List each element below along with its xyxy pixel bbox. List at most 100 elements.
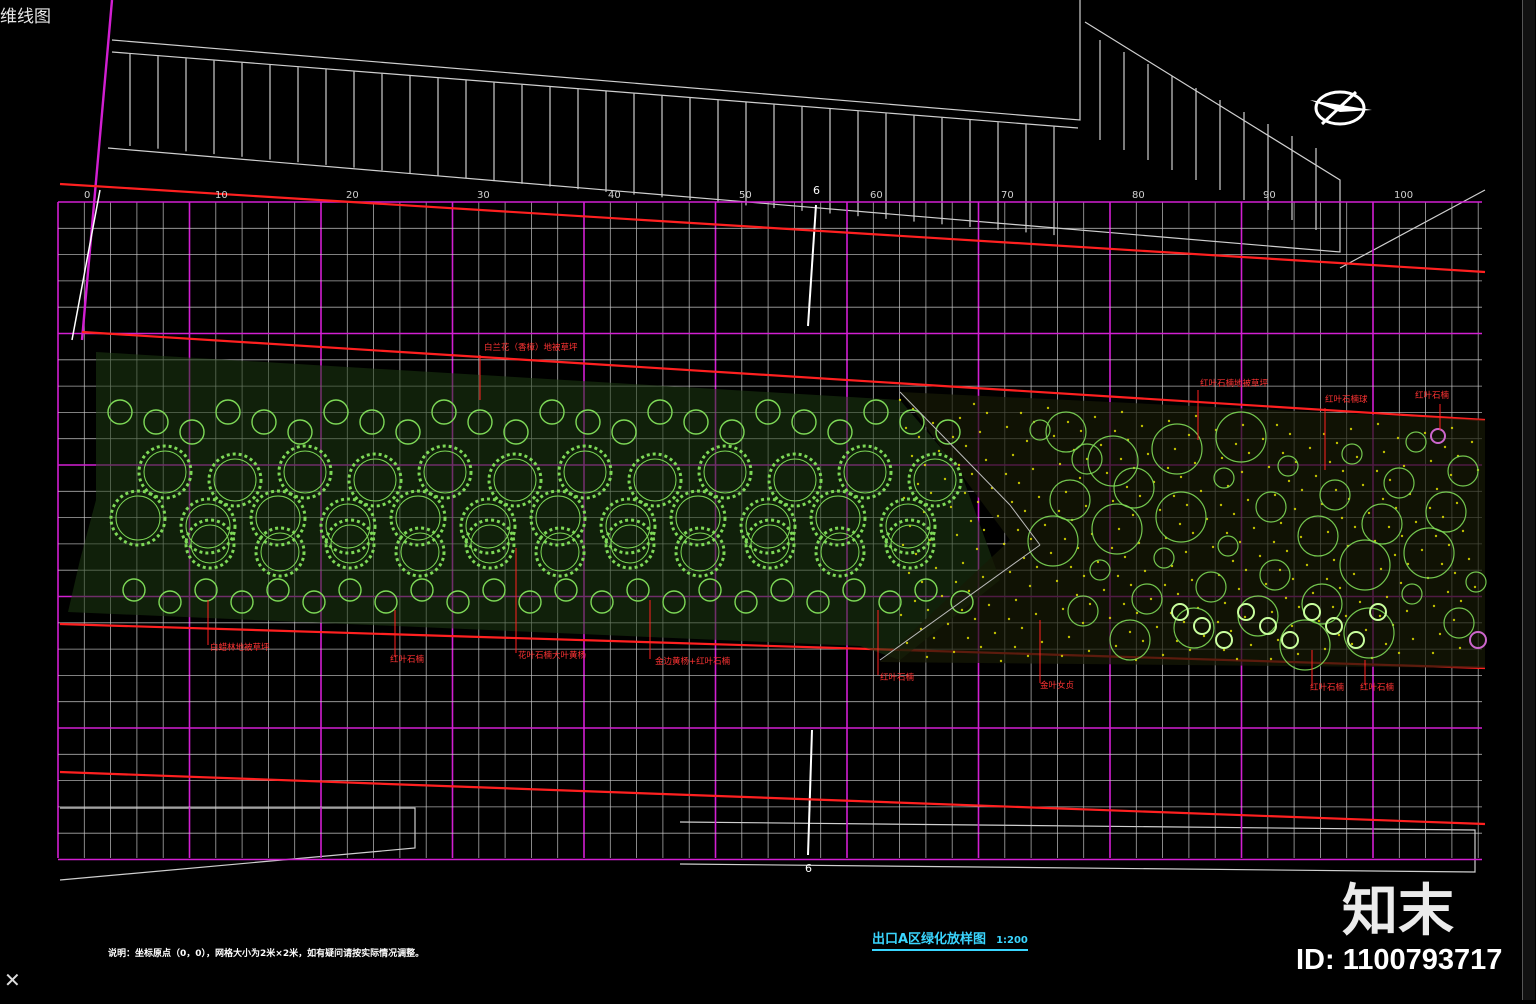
ground-cover-dot [1458,646,1462,650]
ground-cover-dot [1028,584,1032,588]
ground-cover-dot [1161,653,1165,657]
ground-cover-dot [1446,590,1450,594]
ground-cover-dot [1261,437,1265,441]
ground-cover-dot [1010,500,1014,504]
ground-cover-dot [904,426,908,430]
ground-cover-dot [999,659,1003,663]
ground-cover-dot [1184,550,1188,554]
ground-cover-dot [1385,595,1389,599]
ground-cover-dot [1128,630,1132,634]
building-outline [59,807,416,881]
ground-cover-dot [1258,554,1262,558]
ground-cover-dot [976,500,980,504]
ground-cover-dot [963,491,967,495]
callout-label: 红叶石楠地被草坪 [1200,378,1269,389]
ground-cover-dot [1216,620,1220,624]
ground-cover-dot [1284,596,1288,600]
ground-cover-dot [975,547,979,551]
ground-cover-dot [1087,649,1091,653]
ground-cover-dot [1031,467,1035,471]
ground-cover-dot [923,463,927,467]
ground-cover-dot [925,655,929,659]
ground-cover-dot [1355,455,1359,459]
ground-cover-dot [1049,551,1053,555]
ground-cover-dot [1229,629,1233,633]
section-marker-top: 6 [813,184,820,197]
ground-cover-dot [1305,563,1309,567]
axis-label: 40 [608,190,621,201]
ground-cover-dot [1290,624,1294,628]
ground-cover-dot [1191,531,1195,535]
ground-cover-dot [1452,618,1456,622]
ground-cover-dot [1026,654,1030,658]
ground-cover-dot [1375,469,1379,473]
ground-cover-dot [1063,537,1067,541]
ground-cover-dot [970,472,974,476]
ground-cover-dot [1037,495,1041,499]
axis-label: 90 [1263,190,1276,201]
ground-cover-dot [1129,583,1133,587]
ground-cover-dot [1163,583,1167,587]
ground-cover-dot [1334,488,1338,492]
ground-cover-dot [1202,634,1206,638]
ground-cover-dot [1325,577,1329,581]
ground-cover-dot [1288,432,1292,436]
ground-cover-dot [958,416,962,420]
ground-cover-dot [1396,436,1400,440]
close-icon[interactable]: ✕ [4,968,21,992]
ground-cover-dot [1423,431,1427,435]
ground-cover-dot [1222,648,1226,652]
ground-cover-dot [1182,620,1186,624]
ground-cover-dot [1467,557,1471,561]
ground-cover-dot [1079,429,1083,433]
ground-cover-dot [1220,456,1224,460]
ground-cover-dot [1199,489,1203,493]
ground-cover-dot [1243,615,1247,619]
ground-cover-dot [1341,469,1345,473]
ground-cover-dot [1459,599,1463,603]
ground-cover-dot [937,449,941,453]
ground-cover-dot [898,398,902,402]
boundary-line [80,0,114,341]
ground-cover-dot [1332,558,1336,562]
ground-cover-dot [1364,628,1368,632]
ground-cover-dot [996,514,1000,518]
ground-cover-dot [1387,525,1391,529]
ground-cover-dot [1252,526,1256,530]
ground-cover-dot [961,561,965,565]
ground-cover-dot [1075,593,1079,597]
ground-cover-dot [1017,481,1021,485]
ground-cover-dot [1440,562,1444,566]
ground-cover-dot [1019,411,1023,415]
axis-label: 0 [84,190,90,201]
ground-cover-dot [1179,475,1183,479]
drawing-title-text: 出口A区绿化放样图 [872,932,987,947]
ground-cover-dot [1240,470,1244,474]
cad-drawing: 0 10 20 30 40 50 60 70 80 90 100 6 6 白兰花（香樟）地被草坪白蜡林地… [57,0,1487,881]
ground-cover-dot [1308,446,1312,450]
ground-cover-dot [1328,460,1332,464]
brand-watermark: 知末 [1342,879,1454,944]
drawing-note: 说明：坐标原点（0，0），网格大小为2米×2米，如有疑问请按实际情况调整。 [108,949,425,959]
ground-cover-dot [914,552,918,556]
ground-cover-dot [1299,535,1303,539]
section-line [807,729,813,856]
callout-label: 红叶石楠 [390,654,425,665]
ground-cover-dot [1093,415,1097,419]
ground-cover-dot [1082,574,1086,578]
ground-cover-dot [1088,602,1092,606]
ground-cover-dot [1064,490,1068,494]
ground-cover-dot [1411,637,1415,641]
ground-cover-dot [1223,601,1227,605]
ground-cover-dot [1234,442,1238,446]
cad-viewport[interactable]: 0 10 20 30 40 50 60 70 80 90 100 6 6 白兰花（香樟）地被草坪 白蜡林地… [0,0,1536,1000]
callout-label: 红叶石楠 [880,672,915,683]
ground-cover-dot [951,435,955,439]
ground-cover-dot [1431,651,1435,655]
axis-label: 50 [739,190,752,201]
ground-cover-dot [1455,501,1459,505]
ground-cover-dot [929,491,933,495]
callout-label: 红叶石楠球 [1325,394,1368,405]
ground-cover-dot [1393,553,1397,557]
ground-cover-dot [1405,609,1409,613]
